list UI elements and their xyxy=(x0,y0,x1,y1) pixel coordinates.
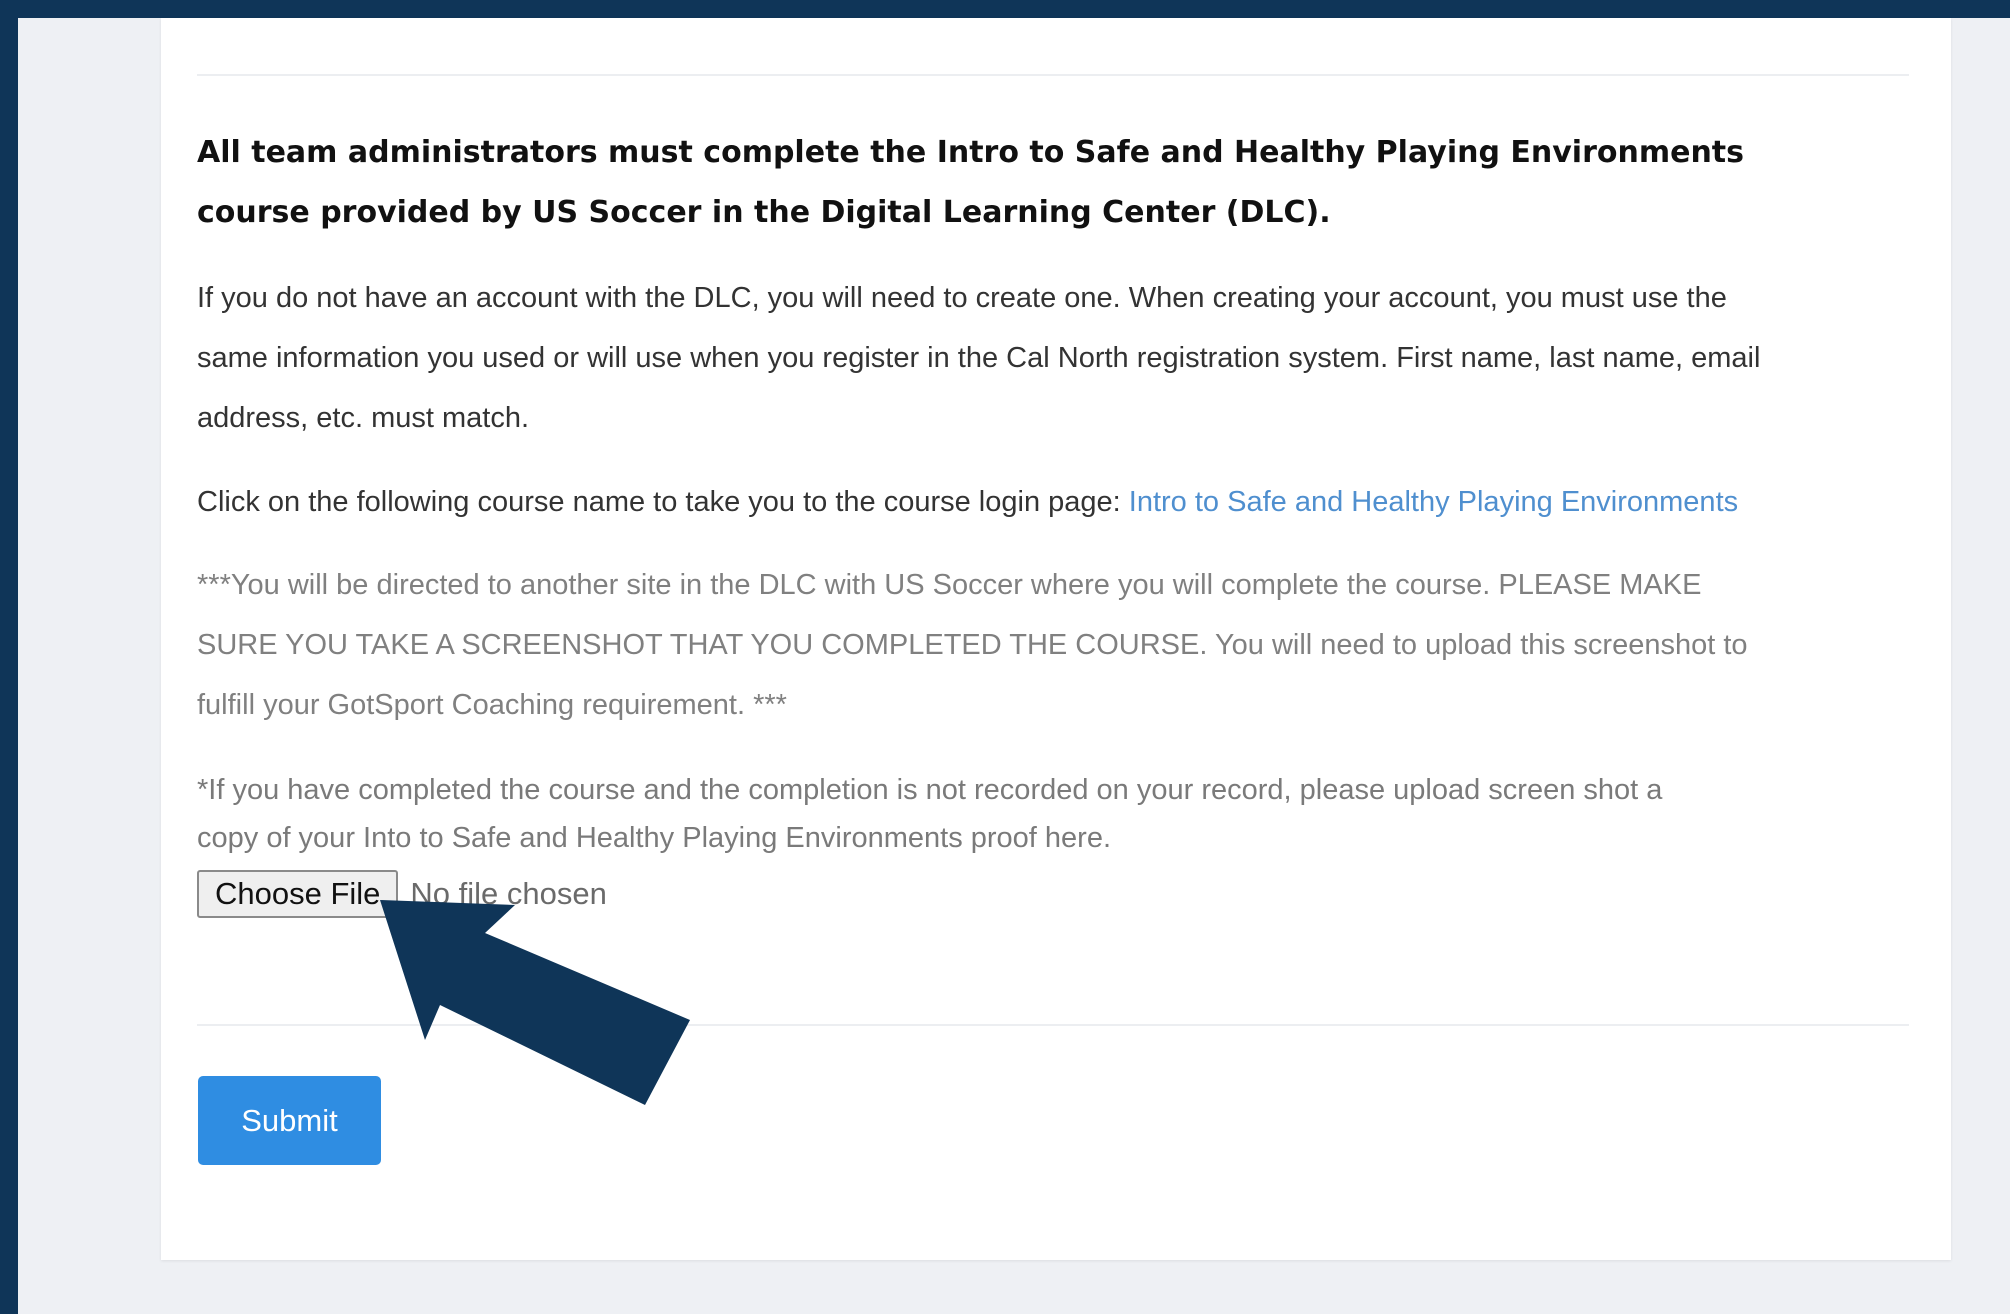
arrow-shape xyxy=(380,900,690,1105)
upload-line-1: *If you have completed the course and th… xyxy=(197,774,1663,806)
page-background: All team administrators must complete th… xyxy=(18,18,2010,1314)
info-line-2: same information you used or will use wh… xyxy=(197,342,1761,374)
dlc-account-instructions: If you do not have an account with the D… xyxy=(197,268,1937,448)
arrow-annotation-icon xyxy=(380,900,690,1105)
top-divider xyxy=(197,74,1909,76)
click-instruction-text: Click on the following course name to ta… xyxy=(197,486,1129,518)
course-link[interactable]: Intro to Safe and Healthy Playing Enviro… xyxy=(1129,486,1738,518)
submit-button[interactable]: Submit xyxy=(198,1076,381,1165)
note-line-1: ***You will be directed to another site … xyxy=(197,569,1702,601)
info-line-3: address, etc. must match. xyxy=(197,402,530,434)
heading-line-2: course provided by US Soccer in the Digi… xyxy=(197,195,1331,230)
course-link-instructions: Click on the following course name to ta… xyxy=(197,472,1937,532)
note-line-3: fulfill your GotSport Coaching requireme… xyxy=(197,689,787,721)
heading-line-1: All team administrators must complete th… xyxy=(197,135,1745,170)
upload-line-2: copy of your Into to Safe and Healthy Pl… xyxy=(197,822,1112,854)
upload-instructions: *If you have completed the course and th… xyxy=(197,766,1937,862)
course-requirement-heading: All team administrators must complete th… xyxy=(197,123,1937,243)
info-line-1: If you do not have an account with the D… xyxy=(197,282,1727,314)
note-line-2: SURE YOU TAKE A SCREENSHOT THAT YOU COMP… xyxy=(197,629,1748,661)
screenshot-note: ***You will be directed to another site … xyxy=(197,555,1937,735)
